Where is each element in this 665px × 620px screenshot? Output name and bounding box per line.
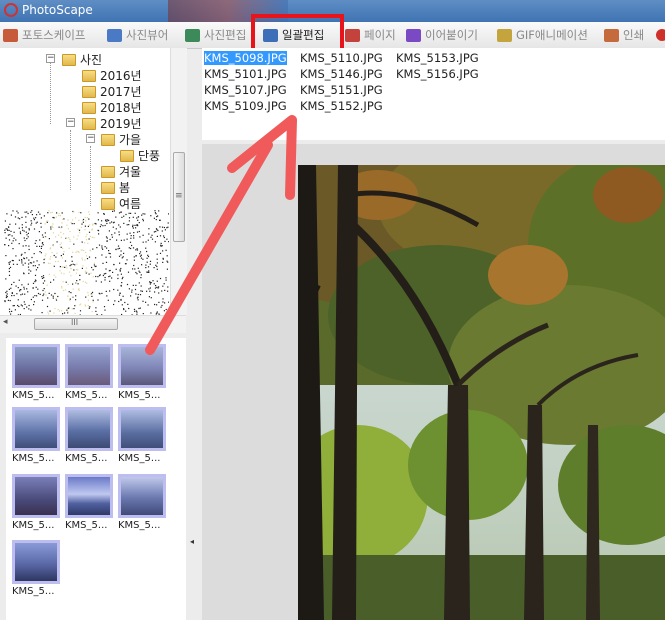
scroll-left-icon[interactable]: ◂ xyxy=(3,317,8,327)
thumbnail-caption: KMS_5... xyxy=(65,453,108,464)
scroll-grip-icon: III xyxy=(71,318,79,327)
file-item[interactable]: KMS_5110.JPG xyxy=(300,51,383,65)
photoscape-logo-icon xyxy=(4,3,18,17)
thumbnail-image xyxy=(68,410,110,448)
tab-label: 페이지 xyxy=(364,28,396,42)
thumbnail-item[interactable]: KMS_5... xyxy=(12,540,60,597)
file-item[interactable]: KMS_5153.JPG xyxy=(396,51,479,65)
thumbnail-item[interactable]: KMS_5... xyxy=(65,344,113,401)
thumbnail-caption: KMS_5... xyxy=(12,390,55,401)
tab-label: 사진편집 xyxy=(204,28,247,42)
thumbnail-panel: KMS_5... KMS_5... KMS_5... KMS_5... KMS_… xyxy=(6,338,186,620)
page-icon xyxy=(345,28,360,42)
panel-splitter[interactable] xyxy=(188,338,200,620)
tab-print[interactable]: 인쇄 xyxy=(604,26,644,44)
tree-node-spring[interactable]: 봄 xyxy=(101,179,130,196)
thumbnail-image xyxy=(121,410,163,448)
file-item[interactable]: KMS_5146.JPG xyxy=(300,67,383,81)
thumbnail-image xyxy=(121,477,163,515)
preview-photo xyxy=(298,165,665,620)
collapse-panel-icon[interactable]: ◂ xyxy=(190,537,194,546)
folder-icon xyxy=(82,117,96,130)
thumbnail-caption: KMS_5... xyxy=(65,390,108,401)
collapse-toggle-icon[interactable]: − xyxy=(46,54,55,63)
collapse-toggle-icon[interactable]: − xyxy=(86,134,95,143)
gif-icon xyxy=(497,28,512,42)
thumbnail-item[interactable]: KMS_5... xyxy=(118,474,166,531)
folder-icon xyxy=(120,149,134,162)
folder-icon xyxy=(101,133,115,146)
collapse-toggle-icon[interactable]: − xyxy=(66,118,75,127)
tree-node-2018[interactable]: 2018년 xyxy=(82,99,142,116)
tab-label: 인쇄 xyxy=(623,28,645,42)
tree-node-2017[interactable]: 2017년 xyxy=(82,83,142,100)
thumbnail-caption: KMS_5... xyxy=(65,520,108,531)
thumbnail-caption: KMS_5... xyxy=(12,520,55,531)
thumbnail-image xyxy=(121,347,163,385)
tree-node-2016[interactable]: 2016년 xyxy=(82,67,142,84)
thumbnail-item[interactable]: KMS_5... xyxy=(118,407,166,464)
thumbnail-caption: KMS_5... xyxy=(12,453,55,464)
viewer-icon xyxy=(107,28,122,42)
tab-label: 이어붙이기 xyxy=(425,28,478,42)
thumbnail-caption: KMS_5... xyxy=(12,586,55,597)
tab-viewer[interactable]: 사진뷰어 xyxy=(107,26,168,44)
tree-node-autumn[interactable]: 가을 xyxy=(101,131,141,148)
thumbnail-item[interactable]: KMS_5... xyxy=(65,407,113,464)
thumbnail-image xyxy=(15,543,57,581)
help-icon[interactable] xyxy=(656,26,665,44)
thumbnail-caption: KMS_5... xyxy=(118,520,161,531)
thumbnail-caption: KMS_5... xyxy=(118,453,161,464)
print-icon xyxy=(604,28,619,42)
thumbnail-item[interactable]: KMS_5... xyxy=(12,344,60,401)
tab-label: 사진뷰어 xyxy=(126,28,169,42)
tree-vertical-scrollbar[interactable]: ≡ xyxy=(170,48,187,315)
tree-horizontal-scroll-thumb[interactable]: III xyxy=(34,318,118,330)
thumbnail-item[interactable]: KMS_5... xyxy=(118,344,166,401)
editor-icon xyxy=(185,28,200,42)
thumbnail-image xyxy=(68,477,110,515)
tree-node-autumn-leaves[interactable]: 단풍 xyxy=(120,147,160,164)
file-list: KMS_5098.JPG KMS_5101.JPG KMS_5107.JPG K… xyxy=(202,48,665,140)
file-item-selected[interactable]: KMS_5098.JPG xyxy=(204,51,287,65)
combine-icon xyxy=(406,28,421,42)
thumbnail-item[interactable]: KMS_5... xyxy=(12,474,60,531)
tab-combine[interactable]: 이어붙이기 xyxy=(406,26,478,44)
tab-gif-animation[interactable]: GIF애니메이션 xyxy=(497,26,588,44)
window-title: PhotoScape xyxy=(22,3,93,17)
thumbnail-caption: KMS_5... xyxy=(118,390,161,401)
thumbnail-image xyxy=(15,410,57,448)
tree-horizontal-scrollbar[interactable]: ◂ III xyxy=(0,315,186,333)
tab-label: GIF애니메이션 xyxy=(516,28,588,42)
tree-vertical-scroll-thumb[interactable]: ≡ xyxy=(173,152,185,242)
folder-icon xyxy=(101,181,115,194)
file-item[interactable]: KMS_5101.JPG xyxy=(204,67,287,81)
thumbnail-item[interactable]: KMS_5... xyxy=(65,474,113,531)
folder-icon xyxy=(101,197,115,210)
thumbnail-image xyxy=(15,347,57,385)
folder-icon xyxy=(62,53,76,66)
tab-page[interactable]: 페이지 xyxy=(345,26,396,44)
tree-node-2019[interactable]: 2019년 xyxy=(82,115,142,132)
file-item[interactable]: KMS_5107.JPG xyxy=(204,83,287,97)
thumbnail-image xyxy=(15,477,57,515)
file-item[interactable]: KMS_5151.JPG xyxy=(300,83,383,97)
folder-icon xyxy=(82,69,96,82)
tree-render-artifact xyxy=(4,210,169,318)
thumbnail-item[interactable]: KMS_5... xyxy=(12,407,60,464)
file-item[interactable]: KMS_5109.JPG xyxy=(204,99,287,113)
file-item[interactable]: KMS_5152.JPG xyxy=(300,99,383,113)
folder-icon xyxy=(82,101,96,114)
thumbnail-image xyxy=(68,347,110,385)
tab-photoscape[interactable]: 포토스케이프 xyxy=(3,26,85,44)
tab-label: 포토스케이프 xyxy=(22,28,86,42)
tree-node-photos[interactable]: 사진 xyxy=(62,51,102,68)
folder-icon xyxy=(82,85,96,98)
photoscape-icon xyxy=(3,28,18,42)
tree-node-winter[interactable]: 겨울 xyxy=(101,163,141,180)
file-item[interactable]: KMS_5156.JPG xyxy=(396,67,479,81)
folder-icon xyxy=(101,165,115,178)
scroll-grip-icon: ≡ xyxy=(175,191,183,201)
tab-editor[interactable]: 사진편집 xyxy=(185,26,246,44)
